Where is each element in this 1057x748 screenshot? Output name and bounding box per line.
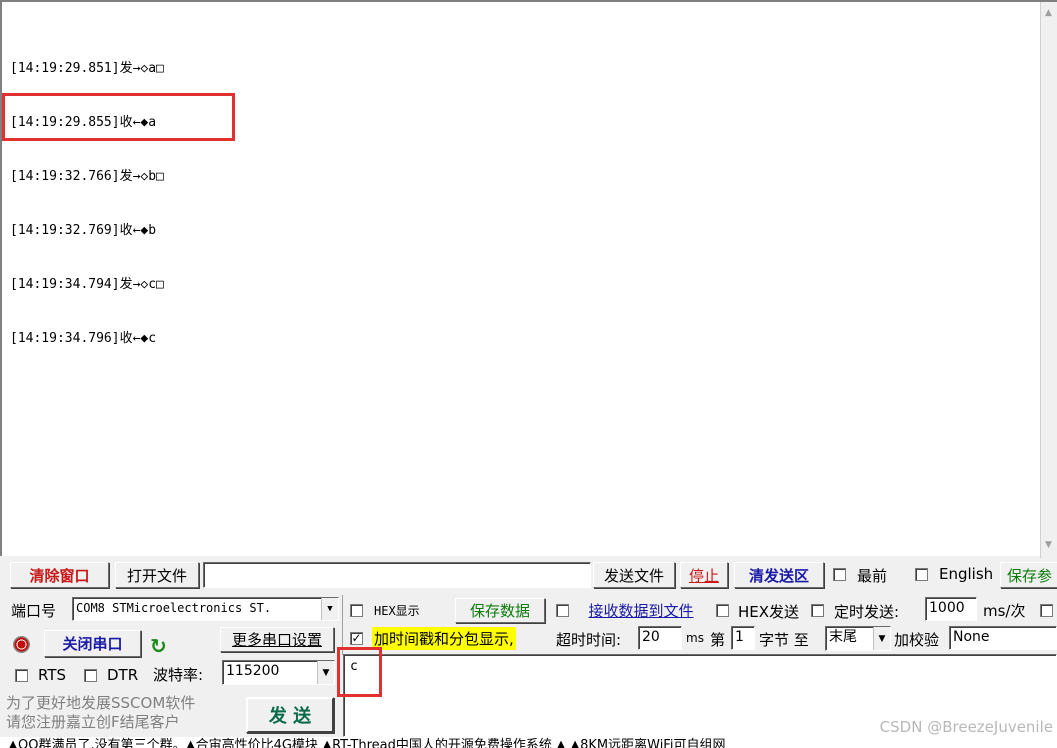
hex-send-label: HEX发送 bbox=[738, 603, 800, 621]
log-line: [14:19:32.766]发→◇b□ bbox=[10, 169, 164, 184]
promo-line-1[interactable]: 为了更好地发展SSCOM软件 bbox=[6, 692, 195, 713]
topmost-checkbox[interactable] bbox=[833, 568, 846, 581]
english-label: English bbox=[939, 565, 994, 583]
log-line: [14:19:34.796]收←◆c bbox=[10, 331, 157, 346]
send-button[interactable]: 发 送 bbox=[246, 697, 334, 733]
file-path-input[interactable] bbox=[203, 562, 591, 588]
refresh-icon[interactable]: ↻ bbox=[150, 634, 167, 658]
divider bbox=[342, 595, 343, 655]
timeout-label: 超时时间: bbox=[556, 631, 622, 649]
hex-display-label: HEX显示 bbox=[374, 604, 420, 618]
checksum-label: 加校验 bbox=[894, 631, 940, 649]
timestamp-label: 加时间戳和分包显示, bbox=[372, 627, 516, 650]
receive-area[interactable]: [14:19:29.851]发→◇a□ [14:19:29.855]收←◆a [… bbox=[0, 0, 1057, 558]
stop-button[interactable]: 停止 bbox=[680, 562, 728, 588]
checksum-select[interactable]: None bbox=[949, 626, 1057, 650]
timestamp-checkbox[interactable]: ✓ bbox=[350, 632, 363, 645]
clear-send-button[interactable]: 清发送区 bbox=[734, 562, 824, 588]
recv-to-file-button[interactable]: 接收数据到文件 bbox=[576, 598, 706, 623]
more-settings-button[interactable]: 更多串口设置 bbox=[220, 627, 334, 652]
hex-send-checkbox[interactable] bbox=[716, 604, 729, 617]
timed-send-checkbox[interactable] bbox=[811, 604, 824, 617]
hex-display-checkbox[interactable] bbox=[350, 604, 363, 617]
scroll-down-icon[interactable]: ▼ bbox=[1045, 540, 1052, 550]
timeout-input[interactable]: 20 bbox=[638, 626, 682, 650]
end-value: 末尾 bbox=[829, 629, 857, 645]
timeout-unit-label: ms bbox=[686, 631, 704, 645]
receive-log: [14:19:29.851]发→◇a□ [14:19:29.855]收←◆a [… bbox=[10, 24, 164, 384]
highlight-annotation bbox=[2, 93, 235, 141]
open-file-button[interactable]: 打开文件 bbox=[115, 562, 199, 588]
record-icon bbox=[13, 636, 30, 653]
save-data-button[interactable]: 保存数据 bbox=[455, 598, 545, 623]
rts-label: RTS bbox=[38, 666, 67, 684]
nth-label: 第 bbox=[710, 631, 726, 649]
chevron-down-icon[interactable]: ▼ bbox=[317, 661, 334, 684]
scroll-up-icon[interactable]: ▲ bbox=[1045, 8, 1052, 18]
baud-label: 波特率: bbox=[153, 666, 204, 684]
port-select[interactable]: COM8 STMicroelectronics ST. ▼ bbox=[72, 597, 339, 621]
interval-unit-label: ms/次 bbox=[983, 602, 1026, 620]
log-line: [14:19:34.794]发→◇c□ bbox=[10, 277, 164, 292]
byte-to-label: 字节 至 bbox=[759, 631, 809, 649]
watermark: CSDN @BreezeJuvenile bbox=[879, 718, 1053, 736]
recv-to-file-checkbox[interactable] bbox=[556, 604, 569, 617]
status-bar[interactable]: ▲QQ群满员了,没有第三个群。▲合宙高性价比4G模块 ▲RT-Thread中国人… bbox=[0, 737, 1057, 748]
promo-line-2[interactable]: 请您注册嘉立创F结尾客户 bbox=[6, 711, 180, 732]
topmost-label: 最前 bbox=[857, 567, 888, 585]
dtr-checkbox[interactable] bbox=[84, 669, 97, 682]
english-checkbox[interactable] bbox=[915, 568, 928, 581]
port-value: COM8 STMicroelectronics ST. bbox=[76, 601, 272, 615]
rts-checkbox[interactable] bbox=[15, 669, 28, 682]
baud-value: 115200 bbox=[226, 663, 280, 679]
extra-checkbox[interactable] bbox=[1040, 604, 1053, 617]
receive-scrollbar[interactable]: ▲ ▼ bbox=[1040, 2, 1057, 558]
port-label: 端口号 bbox=[11, 602, 57, 620]
interval-input[interactable]: 1000 bbox=[925, 597, 977, 621]
chevron-down-icon[interactable]: ▼ bbox=[873, 627, 890, 650]
baud-select[interactable]: 115200 ▼ bbox=[222, 660, 335, 685]
save-params-button[interactable]: 保存参 bbox=[1000, 562, 1057, 588]
chevron-down-icon[interactable]: ▼ bbox=[321, 598, 338, 620]
timed-send-label: 定时发送: bbox=[834, 603, 900, 621]
clear-window-button[interactable]: 清除窗口 bbox=[10, 562, 109, 588]
dtr-label: DTR bbox=[107, 666, 139, 684]
close-port-button[interactable]: 关闭串口 bbox=[44, 630, 141, 657]
log-line: [14:19:32.769]收←◆b bbox=[10, 223, 157, 238]
log-line: [14:19:29.851]发→◇a□ bbox=[10, 61, 164, 76]
highlight-annotation bbox=[337, 647, 382, 697]
send-file-button[interactable]: 发送文件 bbox=[593, 562, 675, 588]
end-select[interactable]: 末尾 ▼ bbox=[825, 626, 891, 651]
nth-input[interactable]: 1 bbox=[731, 626, 755, 650]
